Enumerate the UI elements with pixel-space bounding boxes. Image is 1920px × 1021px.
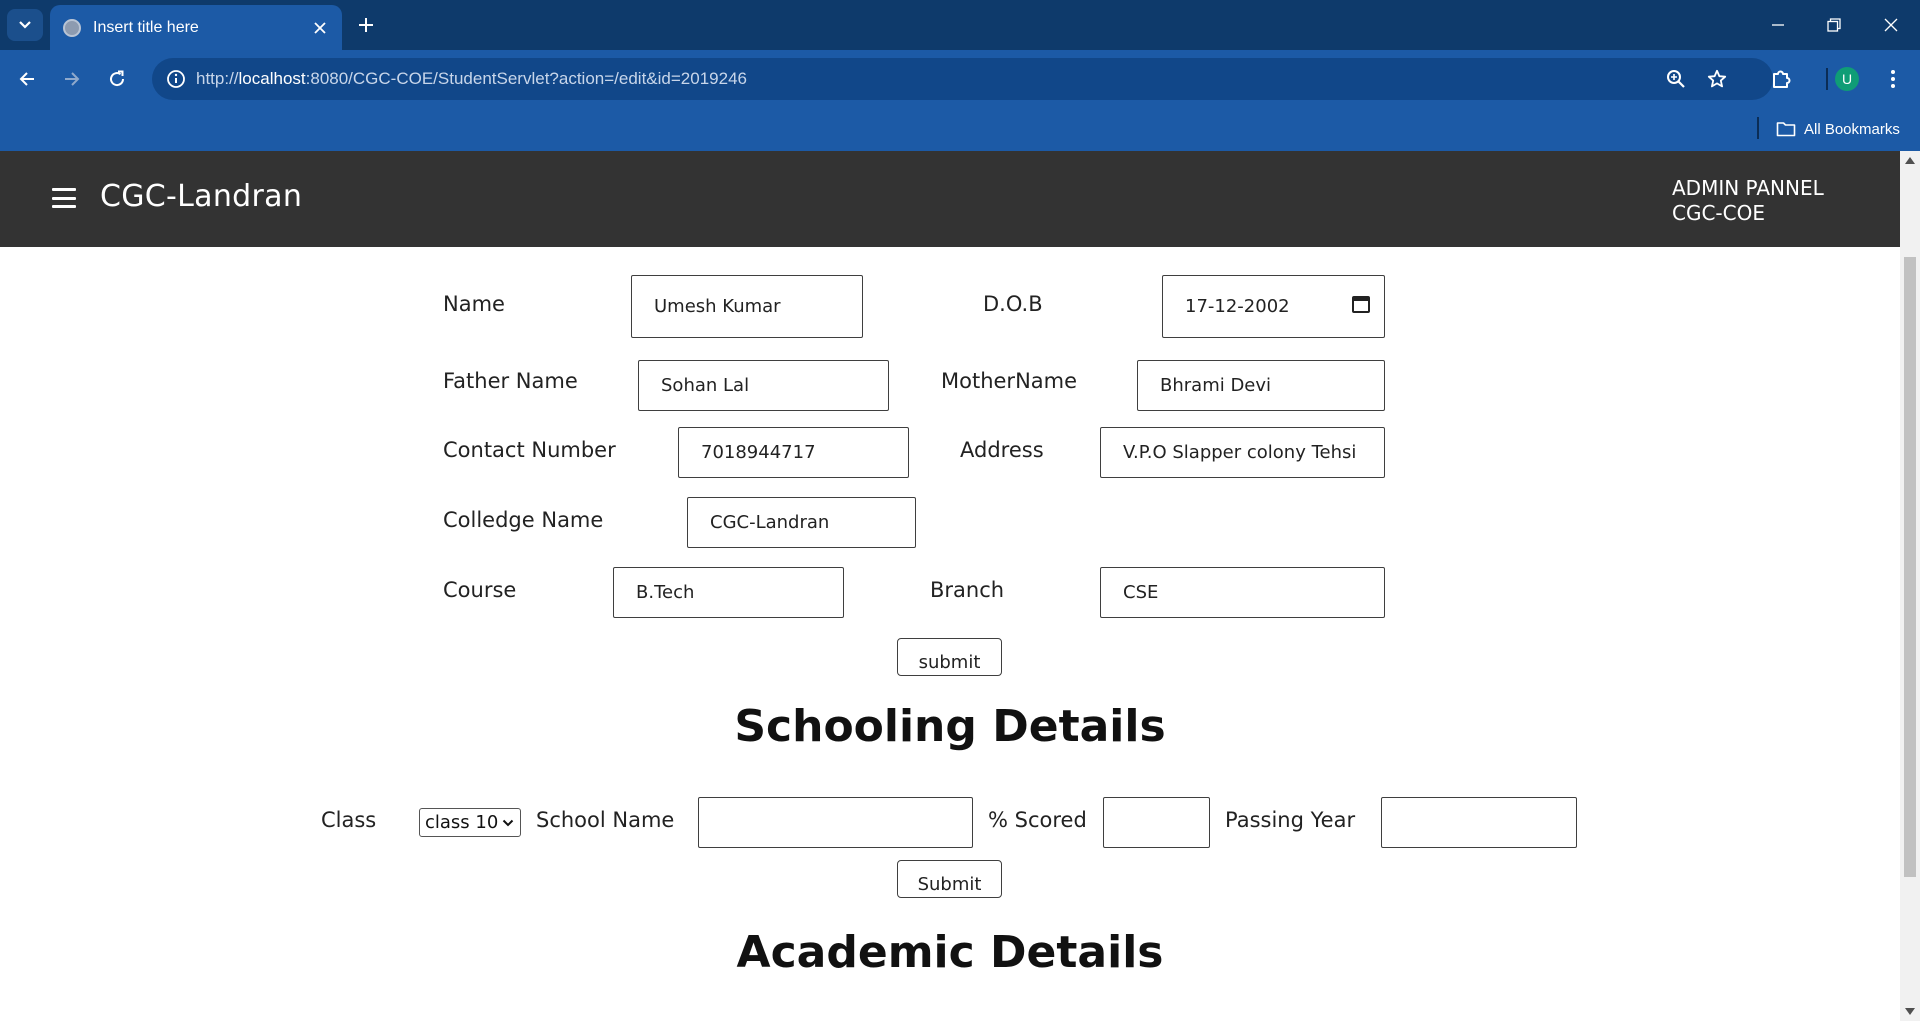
father-name-label: Father Name xyxy=(443,369,578,393)
address-bar[interactable]: http://localhost:8080/CGC-COE/StudentSer… xyxy=(152,58,1773,100)
more-vertical-icon xyxy=(1891,70,1895,88)
browser-toolbar: http://localhost:8080/CGC-COE/StudentSer… xyxy=(0,50,1920,108)
all-bookmarks-label: All Bookmarks xyxy=(1804,120,1900,138)
tab-title: Insert title here xyxy=(93,18,199,36)
back-button[interactable] xyxy=(10,62,44,96)
folder-icon xyxy=(1776,122,1796,137)
college-name-label: Colledge Name xyxy=(443,508,604,532)
close-icon xyxy=(314,21,326,34)
branch-input[interactable]: CSE xyxy=(1100,567,1385,618)
site-brand[interactable]: CGC-Landran xyxy=(100,179,302,214)
close-window-button[interactable] xyxy=(1871,10,1911,40)
reload-button[interactable] xyxy=(100,62,134,96)
arrow-left-icon xyxy=(19,72,34,86)
zoom-icon xyxy=(1667,70,1685,88)
site-header: CGC-Landran ADMIN PANNEL CGC-COE xyxy=(0,151,1900,247)
arrow-right-icon xyxy=(65,72,80,86)
admin-title-line2: CGC-COE xyxy=(1672,201,1765,225)
extensions-button[interactable] xyxy=(1764,62,1798,96)
browser-tab-strip: Insert title here xyxy=(0,0,1920,50)
restore-icon xyxy=(1827,18,1841,32)
course-input[interactable]: B.Tech xyxy=(613,567,844,618)
calendar-icon[interactable] xyxy=(1352,296,1370,313)
puzzle-icon xyxy=(1773,70,1791,88)
bookmarks-bar: All Bookmarks xyxy=(0,108,1920,151)
percent-scored-input[interactable] xyxy=(1103,797,1210,848)
class-select-value: class 10 xyxy=(425,812,499,833)
school-name-label: School Name xyxy=(536,808,675,832)
passing-year-label: Passing Year xyxy=(1225,808,1356,832)
dob-value: 17-12-2002 xyxy=(1185,296,1290,317)
url-path: :8080/CGC-COE/StudentServlet?action=/edi… xyxy=(305,69,747,88)
url-prefix: http:// xyxy=(196,69,239,88)
branch-label: Branch xyxy=(930,578,1005,602)
chevron-down-icon xyxy=(19,21,31,29)
browser-menu-button[interactable] xyxy=(1876,62,1910,96)
new-tab-button[interactable] xyxy=(352,11,380,39)
academic-details-heading: Academic Details xyxy=(736,927,1164,978)
passing-year-input[interactable] xyxy=(1381,797,1577,848)
class-select[interactable]: class 10 xyxy=(419,808,521,837)
reload-icon xyxy=(110,70,125,87)
chevron-down-icon xyxy=(502,819,514,827)
dob-label: D.O.B xyxy=(983,292,1043,316)
name-input[interactable]: Umesh Kumar xyxy=(631,275,863,338)
minimize-button[interactable] xyxy=(1758,10,1798,40)
name-label: Name xyxy=(443,292,505,316)
schooling-details-heading: Schooling Details xyxy=(734,701,1166,752)
contact-number-label: Contact Number xyxy=(443,438,616,462)
bookmarks-separator xyxy=(1757,117,1759,139)
close-icon xyxy=(1884,18,1898,32)
star-icon xyxy=(1707,69,1727,88)
mother-name-label: MotherName xyxy=(941,369,1078,393)
admin-panel-title: ADMIN PANNEL CGC-COE xyxy=(1672,176,1824,226)
avatar: U xyxy=(1835,67,1859,91)
plus-icon xyxy=(359,18,373,32)
minimize-icon xyxy=(1772,24,1784,26)
close-tab-button[interactable] xyxy=(308,16,332,40)
url-host: localhost xyxy=(238,69,306,88)
forward-button[interactable] xyxy=(55,62,89,96)
course-label: Course xyxy=(443,578,517,602)
page-viewport: CGC-Landran ADMIN PANNEL CGC-COE Name Um… xyxy=(0,151,1900,1021)
info-icon xyxy=(167,70,185,88)
address-input[interactable]: V.P.O Slapper colony Tehsi xyxy=(1100,427,1385,478)
schooling-submit-button[interactable]: Submit xyxy=(897,860,1002,898)
profile-button[interactable]: U xyxy=(1830,62,1864,96)
globe-icon xyxy=(63,18,81,37)
browser-tab-active[interactable]: Insert title here xyxy=(50,5,342,50)
dob-date-input[interactable]: 17-12-2002 xyxy=(1162,275,1385,338)
scrollbar-thumb[interactable] xyxy=(1904,257,1916,877)
admin-title-line1: ADMIN PANNEL xyxy=(1672,176,1824,200)
all-bookmarks-button[interactable]: All Bookmarks xyxy=(1776,116,1900,142)
site-info-button[interactable] xyxy=(162,65,190,93)
tab-search-button[interactable] xyxy=(7,9,43,41)
url-text: http://localhost:8080/CGC-COE/StudentSer… xyxy=(196,69,747,89)
percent-scored-label: % Scored xyxy=(988,808,1087,832)
mother-name-input[interactable]: Bhrami Devi xyxy=(1137,360,1385,411)
contact-number-input[interactable]: 7018944717 xyxy=(678,427,909,478)
zoom-button[interactable] xyxy=(1663,66,1689,92)
college-name-input[interactable]: CGC-Landran xyxy=(687,497,916,548)
page-scrollbar[interactable] xyxy=(1900,151,1920,1021)
address-label: Address xyxy=(960,438,1044,462)
school-name-input[interactable] xyxy=(698,797,973,848)
father-name-input[interactable]: Sohan Lal xyxy=(638,360,889,411)
menu-icon[interactable] xyxy=(52,188,76,208)
bookmark-star-button[interactable] xyxy=(1704,66,1730,92)
restore-button[interactable] xyxy=(1814,10,1854,40)
student-submit-button[interactable]: submit xyxy=(897,638,1002,676)
class-label: Class xyxy=(321,808,377,832)
scroll-down-arrow-icon[interactable] xyxy=(1905,1008,1915,1015)
scroll-up-arrow-icon[interactable] xyxy=(1905,157,1915,164)
